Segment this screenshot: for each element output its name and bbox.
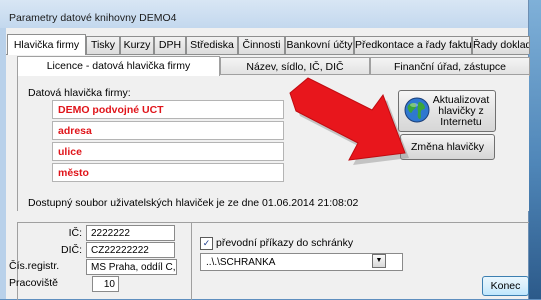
tab-rady-dokladu[interactable]: Řady dokladů [472, 36, 530, 54]
tab-label: Činnosti [242, 39, 281, 51]
subtab-label: Finanční úřad, zástupce [393, 61, 507, 73]
header-line-name: DEMO podvojné UCT [52, 100, 284, 119]
subtab-licence[interactable]: Licence - datová hlavička firmy [17, 56, 220, 76]
ic-label: IČ: [68, 227, 82, 239]
dic-label: DIČ: [61, 244, 82, 256]
header-line-address: adresa [52, 121, 284, 140]
licence-panel: Datová hlavička firmy: DEMO podvojné UCT… [17, 74, 529, 211]
tab-bankovni-ucty[interactable]: Bankovní účty [285, 36, 354, 54]
update-headers-label: Aktualizovat hlavičky z Internetu [430, 95, 492, 128]
header-label: Datová hlavička firmy: [28, 87, 131, 99]
tab-cinnosti[interactable]: Činnosti [238, 36, 285, 54]
update-headers-button[interactable]: Aktualizovat hlavičky z Internetu [398, 90, 496, 132]
tab-strediska[interactable]: Střediska [186, 36, 238, 54]
subtab-label: Licence - datová hlavička firmy [46, 60, 191, 72]
reg-label: Čís.registr. [9, 260, 60, 272]
title-bar[interactable]: Parametry datové knihovny DEMO4 [0, 0, 528, 28]
tab-label: DPH [158, 39, 182, 51]
tab-label: Předkontace a řady faktur [355, 39, 472, 51]
work-label: Pracoviště [9, 277, 59, 289]
tab-label: Střediska [190, 39, 234, 51]
tab-kurzy[interactable]: Kurzy [120, 36, 154, 54]
ic-field[interactable]: 2222222 [86, 225, 175, 241]
update-label-line3: Internetu [440, 116, 482, 128]
tab-hlavicka-firmy[interactable]: Hlavička firmy [7, 34, 86, 55]
identity-panel: IČ: 2222222 DIČ: CZ22222222 Čís.registr.… [9, 222, 529, 300]
status-text: Dostupný soubor uživatelských hlaviček j… [28, 197, 359, 209]
tab-label: Řady dokladů [473, 39, 529, 51]
workstation-field[interactable]: 10 [92, 276, 119, 292]
header-lines: DEMO podvojné UCT adresa ulice město [52, 100, 284, 184]
tab-label: Tisky [90, 39, 116, 51]
tab-dph[interactable]: DPH [154, 36, 186, 54]
transfer-checkbox-label: převodní příkazy do schránky [216, 237, 354, 249]
tab-label: Kurzy [123, 39, 151, 51]
header-line-city: město [52, 163, 284, 182]
tab-label: Hlavička firmy [13, 39, 80, 51]
tab-label: Bankovní účty [286, 39, 353, 51]
dic-field[interactable]: CZ22222222 [86, 242, 175, 258]
globe-icon [404, 97, 430, 123]
subtab-label: Název, sídlo, IČ, DIČ [246, 61, 344, 73]
close-button[interactable]: Konec [482, 276, 529, 296]
change-header-button[interactable]: Změna hlavičky [400, 134, 495, 160]
transfer-checkbox[interactable]: ✓ [200, 237, 213, 250]
header-line-street: ulice [52, 142, 284, 161]
panel-divider [191, 223, 192, 300]
tab-tisky[interactable]: Tisky [86, 36, 120, 54]
chevron-down-icon[interactable]: ▼ [372, 254, 386, 268]
registration-field[interactable]: MS Praha, oddíl C, v [86, 259, 177, 275]
tab-predkontace[interactable]: Předkontace a řady faktur [354, 36, 472, 54]
window-title: Parametry datové knihovny DEMO4 [9, 12, 177, 24]
